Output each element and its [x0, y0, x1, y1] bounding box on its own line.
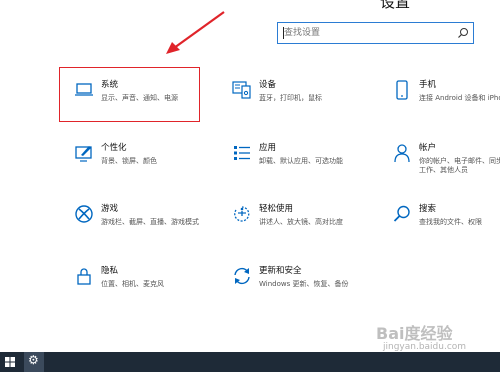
- category-search[interactable]: 搜索 查找我的文件、权限: [392, 204, 482, 227]
- category-title: 隐私: [101, 266, 119, 276]
- category-description: 卸载、默认应用、可选功能: [259, 157, 343, 165]
- baidu-watermark: Bai度经验 jingyan.baidu.com: [376, 320, 496, 354]
- category-title: 个性化: [101, 143, 127, 153]
- xbox-icon: [74, 204, 94, 224]
- category-title: 更新和安全: [259, 266, 302, 276]
- watermark-url: jingyan.baidu.com: [383, 342, 467, 352]
- category-description: 讲述人、放大镜、高对比度: [259, 218, 343, 226]
- category-description: 连接 Android 设备和 iPhone: [419, 94, 500, 102]
- category-update-security[interactable]: 更新和安全 Windows 更新、恢复、备份: [232, 266, 348, 289]
- search-box[interactable]: [277, 22, 474, 44]
- category-gaming[interactable]: 游戏 游戏栏、截屏、直播、游戏模式: [74, 204, 199, 227]
- taskbar: ⚙: [0, 352, 500, 372]
- category-description: 蓝牙，打印机，鼠标: [259, 94, 322, 102]
- magnifier-icon[interactable]: [457, 27, 469, 39]
- windows-start-icon[interactable]: [5, 357, 15, 367]
- devices-icon: [232, 80, 252, 100]
- lock-icon: [74, 266, 94, 286]
- category-apps[interactable]: 应用 卸载、默认应用、可选功能: [232, 143, 343, 166]
- category-description: 位置、相机、麦克风: [101, 280, 164, 288]
- category-title: 帐户: [419, 143, 437, 153]
- ease-of-access-icon: [232, 204, 252, 224]
- search-input[interactable]: [284, 25, 444, 41]
- annotation-arrow: [166, 11, 225, 54]
- category-title: 搜索: [419, 204, 437, 214]
- category-description: 背景、锁屏、颜色: [101, 157, 157, 165]
- phone-icon: [392, 80, 412, 100]
- search-icon: [392, 204, 412, 224]
- category-description: Windows 更新、恢复、备份: [259, 280, 349, 288]
- category-title: 轻松使用: [259, 204, 294, 214]
- update-icon: [232, 266, 252, 286]
- category-description: 显示、声音、通知、电源: [101, 94, 178, 102]
- personalization-icon: [74, 143, 94, 163]
- category-description: 查找我的文件、权限: [419, 218, 482, 226]
- category-system[interactable]: 系统 显示、声音、通知、电源: [74, 80, 178, 103]
- category-personalization[interactable]: 个性化 背景、锁屏、颜色: [74, 143, 157, 166]
- category-title: 设备: [259, 80, 277, 90]
- apps-icon: [232, 143, 252, 163]
- gear-icon: ⚙: [28, 353, 39, 367]
- category-description: 游戏栏、截屏、直播、游戏模式: [101, 218, 199, 226]
- category-privacy[interactable]: 隐私 位置、相机、麦克风: [74, 266, 164, 289]
- category-accounts[interactable]: 帐户 你的帐户、电子邮件、同步设置、工作、其他人员: [392, 143, 500, 175]
- category-devices[interactable]: 设备 蓝牙，打印机，鼠标: [232, 80, 322, 103]
- category-title: 手机: [419, 80, 437, 90]
- category-title: 系统: [101, 80, 119, 90]
- account-icon: [392, 143, 412, 163]
- watermark-logo: Bai度经验: [376, 324, 453, 343]
- category-description: 你的帐户、电子邮件、同步设置、工作、其他人员: [419, 157, 500, 174]
- category-title: 应用: [259, 143, 277, 153]
- category-ease-of-access[interactable]: 轻松使用 讲述人、放大镜、高对比度: [232, 204, 343, 227]
- category-title: 游戏: [101, 204, 119, 214]
- taskbar-settings-button[interactable]: ⚙: [24, 352, 44, 372]
- laptop-icon: [74, 80, 94, 100]
- page-title: 设置: [380, 0, 411, 11]
- category-phone[interactable]: 手机 连接 Android 设备和 iPhone: [392, 80, 500, 103]
